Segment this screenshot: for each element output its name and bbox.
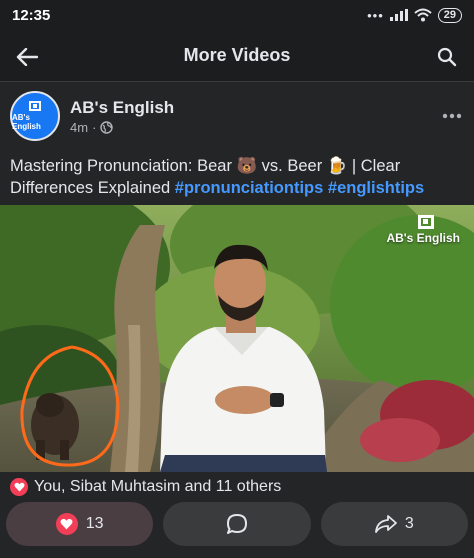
share-icon [374, 515, 397, 533]
like-button[interactable]: 13 [6, 502, 154, 546]
status-time: 12:35 [12, 6, 51, 24]
back-arrow-icon [16, 48, 38, 66]
page-title: More Videos [183, 45, 291, 65]
post-time-row: 4m · [70, 120, 174, 135]
comment-button[interactable] [163, 502, 311, 546]
post-header: AB's English AB's English 4m · [0, 82, 474, 150]
globe-icon [100, 120, 114, 134]
watermark-text: AB's English [386, 231, 460, 245]
avatar-text: AB's English [12, 113, 41, 131]
top-bar: More Videos [0, 30, 474, 82]
hashtag-link[interactable]: #englishtips [328, 179, 424, 197]
more-dots-icon [442, 113, 462, 119]
share-button[interactable]: 3 [320, 502, 468, 546]
share-count: 3 [404, 515, 414, 532]
logo-mark-icon [29, 101, 41, 111]
video-watermark: AB's English [386, 215, 460, 245]
more-options-button[interactable] [442, 102, 462, 125]
video-frame [0, 205, 474, 472]
notification-dots-icon: ••• [367, 7, 384, 23]
action-row: 13 3 [0, 502, 474, 546]
comment-icon [226, 514, 247, 534]
post-meta: AB's English 4m · [70, 98, 174, 135]
meta-separator: · [92, 119, 97, 135]
status-icons: ••• 29 [367, 7, 462, 23]
battery-indicator: 29 [437, 7, 462, 23]
post-time[interactable]: 4m [70, 120, 88, 135]
love-reaction-icon [10, 478, 28, 496]
reactions-text: You, Sibat Muhtasim and 11 others [34, 478, 282, 495]
page-avatar[interactable]: AB's English [10, 91, 60, 141]
signal-icon [389, 9, 408, 21]
status-bar: 12:35 ••• 29 [0, 0, 474, 30]
watermark-logo-icon [418, 215, 434, 229]
back-button[interactable] [12, 42, 42, 72]
hashtag-link[interactable]: #pronunciationtips [175, 179, 324, 197]
video-player[interactable]: AB's English [0, 205, 474, 472]
like-count: 13 [85, 515, 104, 532]
post-caption: Mastering Pronunciation: Bear 🐻 vs. Beer… [10, 155, 466, 199]
reactions-summary[interactable]: You, Sibat Muhtasim and 11 others [10, 476, 281, 498]
heart-icon [55, 513, 78, 535]
page-name[interactable]: AB's English [70, 98, 174, 118]
search-icon [437, 47, 457, 67]
wifi-icon [414, 8, 432, 22]
search-button[interactable] [432, 42, 462, 72]
